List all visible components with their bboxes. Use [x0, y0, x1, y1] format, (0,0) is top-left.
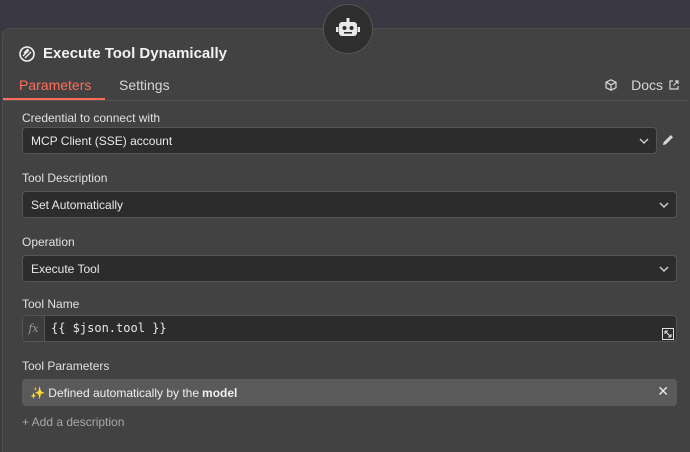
auto-defined-banner: ✨ Defined automatically by the model ✕	[22, 379, 677, 406]
banner-text: ✨ Defined automatically by the	[30, 386, 199, 400]
tab-parameters[interactable]: Parameters	[19, 77, 91, 93]
robot-icon	[336, 18, 360, 40]
external-link-icon	[669, 80, 679, 90]
node-header: Execute Tool Dynamically	[19, 45, 227, 62]
banner-bold-text: model	[202, 386, 237, 400]
credential-label: Credential to connect with	[22, 111, 160, 125]
credential-select[interactable]: MCP Client (SSE) account	[22, 127, 657, 154]
fx-icon: fx	[23, 316, 45, 341]
tool-description-label: Tool Description	[22, 171, 107, 185]
operation-value: Execute Tool	[31, 262, 100, 276]
docs-link[interactable]: Docs	[605, 77, 679, 93]
chevron-down-icon	[658, 199, 670, 211]
docs-label: Docs	[631, 77, 663, 93]
tool-parameters-label: Tool Parameters	[22, 359, 109, 373]
tab-bar: Parameters Settings Docs	[3, 71, 689, 101]
cube-icon	[605, 79, 617, 91]
node-title: Execute Tool Dynamically	[43, 45, 227, 62]
credential-value: MCP Client (SSE) account	[31, 134, 172, 148]
chevron-down-icon	[638, 135, 650, 147]
node-robot-badge	[323, 4, 373, 54]
tool-description-value: Set Automatically	[31, 198, 123, 212]
expand-icon[interactable]	[662, 328, 674, 340]
active-tab-indicator	[3, 98, 105, 100]
pencil-icon[interactable]	[661, 133, 675, 147]
tool-name-label: Tool Name	[22, 297, 79, 311]
operation-label: Operation	[22, 235, 75, 249]
node-parameters-panel: Execute Tool Dynamically Parameters Sett…	[2, 28, 690, 452]
chevron-down-icon	[658, 263, 670, 275]
add-description-link[interactable]: + Add a description	[22, 415, 124, 429]
tool-description-select[interactable]: Set Automatically	[22, 191, 677, 218]
operation-select[interactable]: Execute Tool	[22, 255, 677, 282]
mcp-icon	[19, 46, 35, 62]
tool-name-expression[interactable]: {{ $json.tool }}	[51, 321, 167, 335]
tab-settings[interactable]: Settings	[119, 77, 170, 93]
close-icon[interactable]: ✕	[657, 383, 669, 400]
tool-name-expression-input[interactable]: fx {{ $json.tool }}	[22, 315, 677, 342]
